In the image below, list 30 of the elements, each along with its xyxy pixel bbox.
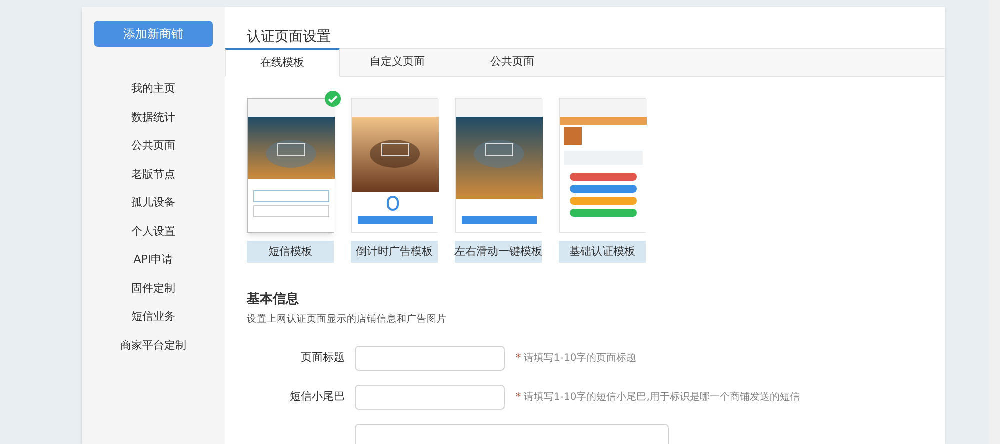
- required-mark: *: [516, 352, 521, 366]
- field-label: 页面标题: [300, 350, 345, 366]
- sidebar-item[interactable]: 短信业务: [132, 307, 176, 326]
- sidebar-item[interactable]: 老版节点: [132, 164, 176, 184]
- sidebar-item[interactable]: 个人设置: [132, 222, 176, 240]
- check-icon: [325, 91, 341, 107]
- template-label[interactable]: 左右滑动一键模板: [455, 241, 542, 263]
- field-hint: 请填写1-10字的短信小尾巴,用于标识是哪一个商铺发送的短信: [524, 390, 800, 405]
- tab[interactable]: 公共页面: [455, 48, 570, 77]
- sidebar-item[interactable]: 数据统计: [132, 108, 176, 126]
- input-field[interactable]: [355, 346, 505, 371]
- template-label[interactable]: 倒计时广告模板: [351, 241, 438, 263]
- sidebar-item[interactable]: 我的主页: [132, 79, 176, 98]
- page-title: 认证页面设置: [246, 28, 332, 47]
- field-label: 短信小尾巴: [289, 389, 345, 405]
- input-field[interactable]: [355, 384, 505, 410]
- required-mark: *: [516, 390, 521, 405]
- sidebar-item[interactable]: 公共页面: [132, 136, 176, 155]
- template-label[interactable]: 短信模板: [247, 241, 334, 263]
- section-title: 基本信息: [246, 291, 300, 309]
- template-label[interactable]: 基础认证模板: [559, 241, 646, 263]
- section-subtitle: 设置上网认证页面显示的店铺信息和广告图片: [246, 312, 448, 326]
- sidebar-item[interactable]: API申请: [134, 250, 174, 269]
- tab[interactable]: 自定义页面: [340, 48, 455, 77]
- input-field[interactable]: [355, 424, 669, 444]
- field-hint: 请填写1-10字的页面标题: [524, 352, 637, 366]
- sidebar-item[interactable]: 商家平台定制: [120, 336, 186, 354]
- tab[interactable]: 在线模板: [225, 48, 340, 77]
- sidebar-item[interactable]: 孤儿设备: [132, 193, 176, 212]
- sidebar-item[interactable]: 固件定制: [132, 278, 176, 298]
